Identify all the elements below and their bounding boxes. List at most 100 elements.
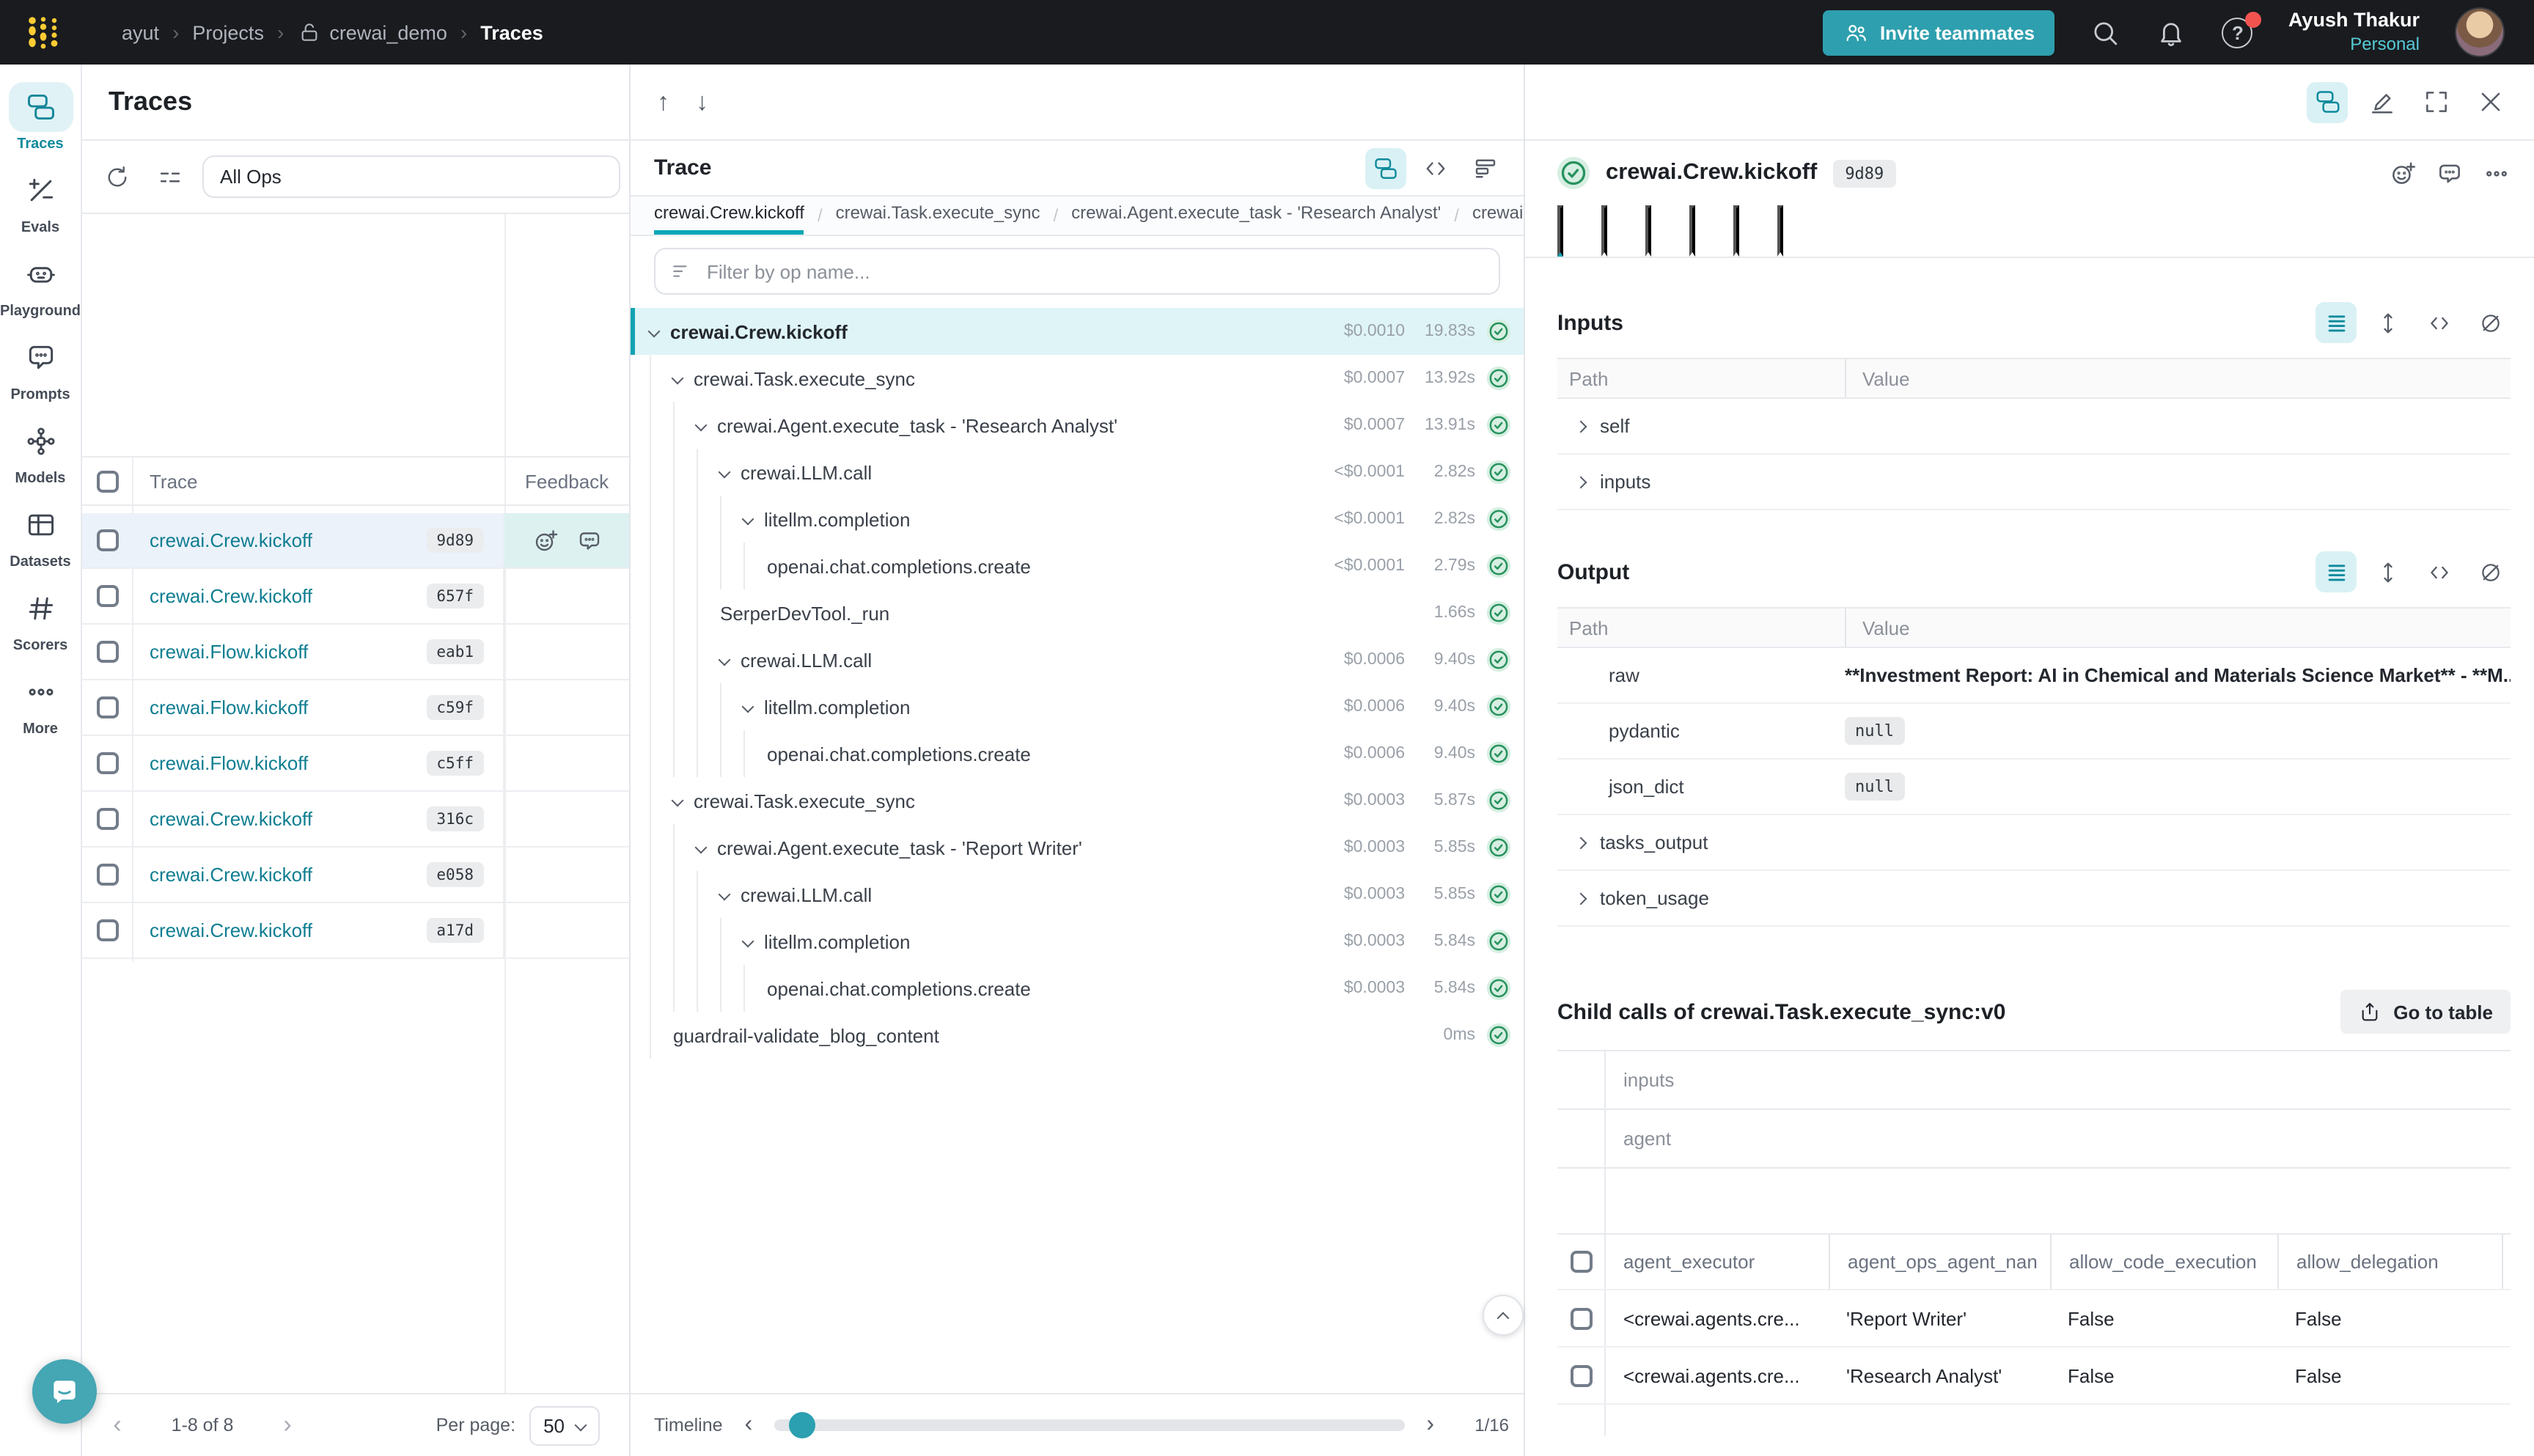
row-checkbox[interactable] [97, 864, 119, 886]
hide-values-icon[interactable] [2469, 302, 2511, 343]
chevron-right-icon[interactable] [1575, 892, 1587, 905]
detail-tab[interactable] [1689, 205, 1695, 257]
column-filter-icon[interactable] [150, 156, 191, 197]
row-checkbox[interactable] [97, 808, 119, 830]
detail-tab[interactable] [1601, 205, 1607, 257]
child-call-row[interactable]: <crewai.agents.cre... 'Research Analyst'… [1557, 1346, 2511, 1403]
avatar[interactable] [2455, 7, 2505, 57]
prev-call-arrow-icon[interactable]: ↑ [657, 87, 669, 117]
add-reaction-icon[interactable] [532, 527, 558, 554]
child-call-row[interactable]: <crewai.agents.cre... 'Report Writer' Fa… [1557, 1289, 2511, 1346]
trace-list-row[interactable]: crewai.Flow.kickoff c59f [82, 680, 629, 736]
trace-tree-row[interactable]: openai.chat.completions.create $0.0006 9… [631, 730, 1524, 777]
per-page-select[interactable]: 50 [529, 1405, 600, 1445]
breadcrumb-project[interactable]: crewai_demo [297, 21, 447, 44]
timeline-prev-button[interactable]: ‹ [738, 1412, 760, 1438]
sidebar-item-evals[interactable]: Evals [8, 166, 73, 236]
sidebar-item-playground[interactable]: Playground [0, 249, 81, 320]
row-checkbox[interactable] [1570, 1307, 1592, 1329]
help-icon[interactable]: ? [2222, 17, 2253, 48]
trace-list-row[interactable]: crewai.Crew.kickoff e058 [82, 848, 629, 903]
timeline-slider[interactable] [774, 1419, 1404, 1431]
comment-icon[interactable] [576, 527, 602, 554]
timeline-slider-thumb[interactable] [789, 1412, 815, 1438]
chevron-right-icon[interactable] [1575, 420, 1587, 433]
trace-view-icon[interactable] [2307, 81, 2348, 122]
sidebar-item-more[interactable]: More [8, 667, 73, 738]
prev-page-button[interactable]: ‹ [100, 1411, 135, 1440]
fullscreen-icon[interactable] [2415, 81, 2456, 122]
sidebar-item-traces[interactable]: Traces [8, 82, 73, 152]
trace-tree-row[interactable]: litellm.completion $0.0006 9.40s [631, 683, 1524, 730]
more-menu-icon[interactable] [2483, 159, 2511, 187]
trace-link[interactable]: crewai.Crew.kickoff [150, 585, 312, 607]
op-name-filter-input[interactable] [707, 260, 1484, 282]
output-row-json-dict[interactable]: json_dict null [1557, 760, 2511, 815]
code-view-icon[interactable] [2418, 302, 2459, 343]
trace-link[interactable]: crewai.Crew.kickoff [150, 808, 312, 830]
trace-tree-row[interactable]: openai.chat.completions.create <$0.0001 … [631, 543, 1524, 589]
sidebar-item-prompts[interactable]: Prompts [8, 333, 73, 403]
trace-tree-row[interactable]: crewai.Agent.execute_task - 'Report Writ… [631, 824, 1524, 871]
select-all-checkbox[interactable] [97, 470, 119, 492]
add-reaction-icon[interactable] [2389, 159, 2417, 187]
trace-tree-row[interactable]: litellm.completion <$0.0001 2.82s [631, 496, 1524, 543]
chevron-down-icon[interactable] [719, 466, 731, 479]
chevron-down-icon[interactable] [719, 889, 731, 901]
trace-tree-row[interactable]: crewai.Crew.kickoff $0.0010 19.83s [631, 308, 1524, 355]
trace-tree-row[interactable]: guardrail-validate_blog_content 0ms [631, 1012, 1524, 1059]
column-header[interactable]: allow_code_execution [2050, 1235, 2277, 1289]
hide-values-icon[interactable] [2469, 551, 2511, 592]
output-row-tasks-output[interactable]: tasks_output [1557, 815, 2511, 871]
user-scope[interactable]: Personal [2288, 34, 2420, 56]
column-header[interactable]: agent_ops_agent_nan [1829, 1235, 2050, 1289]
row-checkbox[interactable] [97, 696, 119, 718]
refresh-icon[interactable] [97, 156, 138, 197]
column-header[interactable]: agent_executor [1606, 1235, 1829, 1289]
scroll-to-top-button[interactable] [1483, 1295, 1524, 1336]
sidebar-item-datasets[interactable]: Datasets [8, 500, 73, 570]
chevron-down-icon[interactable] [742, 513, 754, 526]
trace-link[interactable]: crewai.Flow.kickoff [150, 641, 308, 663]
wandb-logo[interactable] [23, 12, 63, 52]
chevron-down-icon[interactable] [695, 842, 708, 854]
trace-list-row[interactable]: crewai.Crew.kickoff a17d [82, 903, 629, 959]
chevron-down-icon[interactable] [719, 654, 731, 666]
invite-teammates-button[interactable]: Invite teammates [1823, 10, 2055, 55]
chevron-down-icon[interactable] [672, 795, 684, 807]
row-checkbox[interactable] [97, 529, 119, 551]
timeline-next-button[interactable]: › [1419, 1412, 1442, 1438]
trace-link[interactable]: crewai.Flow.kickoff [150, 752, 308, 774]
path-tab-crew-kickoff[interactable]: crewai.Crew.kickoff [654, 196, 804, 235]
sidebar-item-models[interactable]: Models [8, 416, 73, 487]
list-view-icon[interactable] [2316, 302, 2357, 343]
chevron-right-icon[interactable] [1575, 476, 1587, 488]
edit-pencil-icon[interactable] [2361, 81, 2402, 122]
row-checkbox[interactable] [97, 752, 119, 774]
chevron-down-icon[interactable] [742, 701, 754, 713]
breadcrumb-projects[interactable]: Projects [192, 21, 264, 43]
trace-list-row[interactable]: crewai.Crew.kickoff 316c [82, 792, 629, 848]
path-tab-agent-execute[interactable]: crewai.Agent.execute_task - 'Research An… [1071, 196, 1441, 235]
trace-tree-row[interactable]: crewai.LLM.call <$0.0001 2.82s [631, 449, 1524, 496]
trace-tree-row[interactable]: crewai.Task.execute_sync $0.0007 13.92s [631, 355, 1524, 402]
row-checkbox[interactable] [97, 641, 119, 663]
sidebar-item-scorers[interactable]: Scorers [8, 584, 73, 654]
input-row-self[interactable]: self [1557, 399, 2511, 455]
row-checkbox[interactable] [97, 919, 119, 941]
chevron-right-icon[interactable] [1575, 837, 1587, 849]
trace-tree-row[interactable]: litellm.completion $0.0003 5.84s [631, 918, 1524, 965]
notifications-bell-icon[interactable] [2156, 17, 2187, 48]
trace-tree-row[interactable]: crewai.LLM.call $0.0003 5.85s [631, 871, 1524, 918]
trace-link[interactable]: crewai.Crew.kickoff [150, 864, 312, 886]
select-all-checkbox[interactable] [1570, 1251, 1592, 1273]
ops-filter-select[interactable]: All Ops [202, 155, 620, 198]
trace-list-row[interactable]: crewai.Flow.kickoff c5ff [82, 736, 629, 792]
row-checkbox[interactable] [97, 585, 119, 607]
output-row-raw[interactable]: raw **Investment Report: AI in Chemical … [1557, 648, 2511, 704]
tree-view-toggle[interactable] [1365, 147, 1406, 188]
detail-tab[interactable] [1777, 205, 1783, 257]
input-row-inputs[interactable]: inputs [1557, 455, 2511, 510]
trace-list-row[interactable]: crewai.Crew.kickoff 657f [82, 569, 629, 625]
comment-icon[interactable] [2436, 159, 2464, 187]
